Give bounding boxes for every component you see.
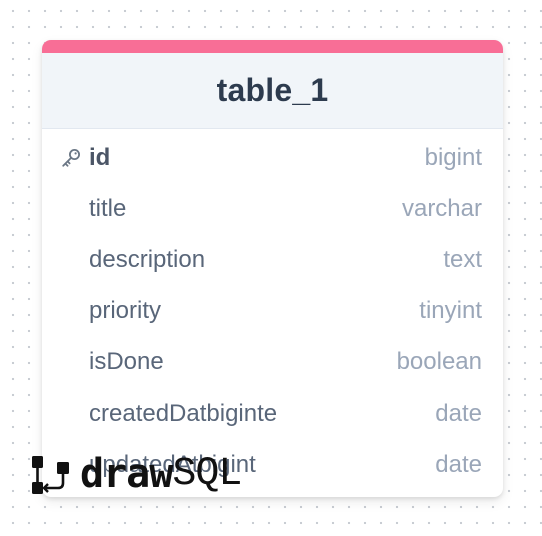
- table-header[interactable]: table_1: [42, 53, 503, 129]
- column-type: boolean: [396, 348, 482, 376]
- column-row[interactable]: id bigint: [42, 132, 503, 183]
- table-accent-bar: [42, 40, 503, 53]
- column-type: date: [435, 450, 482, 478]
- column-row[interactable]: isDone boolean: [42, 337, 503, 388]
- table-card-table-1[interactable]: table_1 id bigint title varchar descript…: [42, 40, 503, 497]
- column-type: text: [443, 245, 482, 273]
- column-name: title: [89, 194, 127, 222]
- key-icon: [62, 149, 80, 167]
- column-row[interactable]: priority tinyint: [42, 286, 503, 337]
- column-name: createdDatbiginte: [89, 399, 278, 427]
- column-row[interactable]: description text: [42, 234, 503, 285]
- column-name: priority: [89, 297, 162, 325]
- column-type: tinyint: [419, 297, 482, 325]
- column-type: bigint: [424, 143, 482, 171]
- column-type: date: [435, 399, 482, 427]
- column-list: id bigint title varchar description text…: [42, 132, 503, 490]
- column-name: description: [89, 245, 206, 273]
- column-type: varchar: [401, 194, 482, 222]
- drawsql-logo-icon: [32, 456, 69, 494]
- column-name: isDone: [89, 348, 164, 376]
- drawsql-watermark: draw SQL: [30, 450, 242, 498]
- column-row[interactable]: createdDatbiginte date: [42, 388, 503, 439]
- watermark-text-draw: draw: [80, 451, 173, 497]
- table-name: table_1: [216, 72, 329, 108]
- column-name: id: [89, 143, 111, 171]
- watermark-text-sql: SQL: [172, 451, 242, 497]
- column-row[interactable]: title varchar: [42, 183, 503, 234]
